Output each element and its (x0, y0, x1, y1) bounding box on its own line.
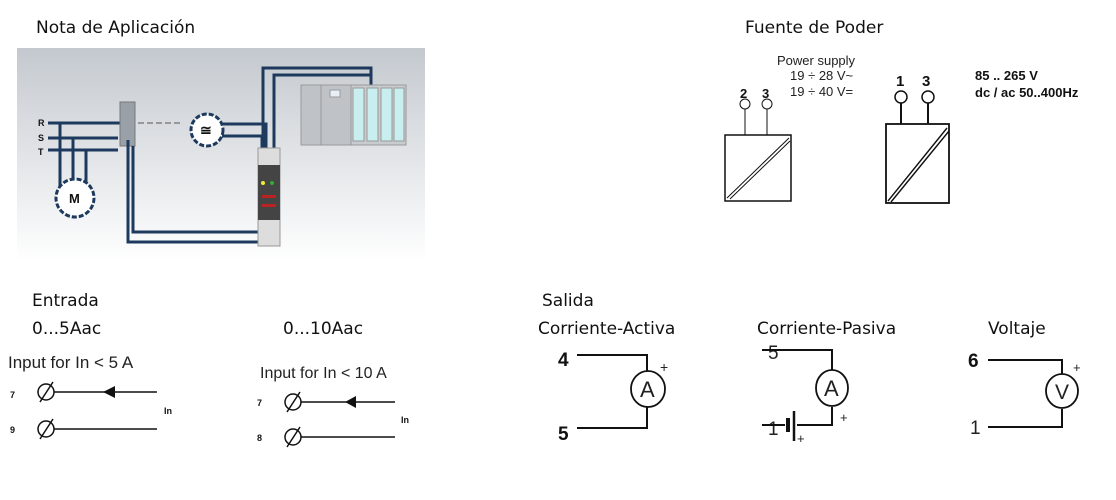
transmitter-module (257, 147, 281, 247)
motor-label: M (69, 191, 80, 206)
high-supply-range: 85 .. 265 V (975, 68, 1038, 83)
voltage-label: Voltaje (988, 319, 1046, 339)
motor: M (54, 177, 96, 219)
wiring-diagram-sheet: Nota de Aplicación R S T M ≅ Fuente de P… (8, 18, 1081, 448)
terminal-3b-label: 3 (922, 73, 930, 90)
low-supply-ac: 19 ÷ 28 V~ (790, 68, 854, 83)
passive-current-label: Corriente-Pasiva (757, 319, 896, 339)
ammeter-label: A (640, 377, 655, 402)
plus-sign: + (840, 410, 848, 425)
terminal-7b-label: 7 (257, 398, 262, 408)
terminal-8-label: 8 (257, 433, 262, 443)
low-supply-dc: 19 ÷ 40 V= (790, 84, 853, 99)
terminal-1-label: 1 (896, 73, 904, 90)
supply-symbol: ≅ (200, 122, 212, 138)
current-arrow-icon (103, 386, 115, 398)
passive-bottom-terminal: 1 (768, 419, 779, 440)
voltage-bottom-terminal: 1 (970, 418, 981, 439)
input-section: Entrada 0...5Aac Input for In < 5 A 7 9 … (8, 291, 409, 448)
voltage-top-terminal: 6 (968, 351, 979, 372)
active-bottom-terminal: 5 (558, 424, 569, 445)
input-caption-5a: Input for In < 5 A (8, 353, 134, 372)
ammeter-label: A (824, 376, 839, 401)
active-current-output: Corriente-Activa 4 5 A + (538, 319, 675, 445)
power-supply-section: Fuente de Poder Power supply 19 ÷ 28 V~ … (724, 18, 1079, 204)
passive-top-terminal: 5 (768, 343, 779, 364)
active-top-terminal: 4 (558, 350, 569, 371)
battery-icon (786, 418, 790, 432)
voltage-output: Voltaje 6 1 V + (968, 319, 1081, 439)
output-section: Salida Corriente-Activa 4 5 A + Corrient… (538, 291, 1081, 446)
active-current-label: Corriente-Activa (538, 319, 675, 339)
input-caption-10a: Input for In < 10 A (260, 365, 387, 382)
passive-current-output: Corriente-Pasiva 5 1 + A + (757, 319, 896, 446)
plus-sign: + (660, 359, 668, 375)
power-supply-title: Fuente de Poder (745, 18, 883, 38)
current-arrow-icon (345, 396, 356, 408)
application-panel (17, 48, 425, 262)
low-supply-heading: Power supply (777, 53, 856, 68)
terminal-3b (921, 90, 935, 104)
phase-label-t: T (38, 147, 44, 157)
input-title: Entrada (32, 291, 99, 311)
current-label-5a: In (164, 406, 172, 416)
terminal-7-label: 7 (10, 390, 15, 400)
high-supply-type: dc / ac 50..400Hz (975, 85, 1079, 100)
plc-rack (300, 84, 407, 146)
input-range-5a: 0...5Aac (32, 319, 101, 339)
plus-sign: + (1073, 360, 1081, 375)
input-range-10a: 0...10Aac (283, 319, 363, 339)
voltmeter-label: V (1055, 381, 1069, 404)
battery-plus-sign: + (797, 431, 805, 446)
application-note-title: Nota de Aplicación (36, 18, 195, 38)
terminal-9-label: 9 (10, 425, 15, 435)
current-transformer (119, 101, 136, 147)
application-note: Nota de Aplicación R S T M ≅ (17, 18, 425, 262)
output-title: Salida (542, 291, 594, 311)
power-supply-symbol: ≅ (189, 112, 225, 148)
terminal-1 (894, 90, 908, 104)
phase-label-r: R (38, 118, 45, 128)
current-label-10a: In (401, 415, 409, 425)
phase-label-s: S (38, 133, 44, 143)
